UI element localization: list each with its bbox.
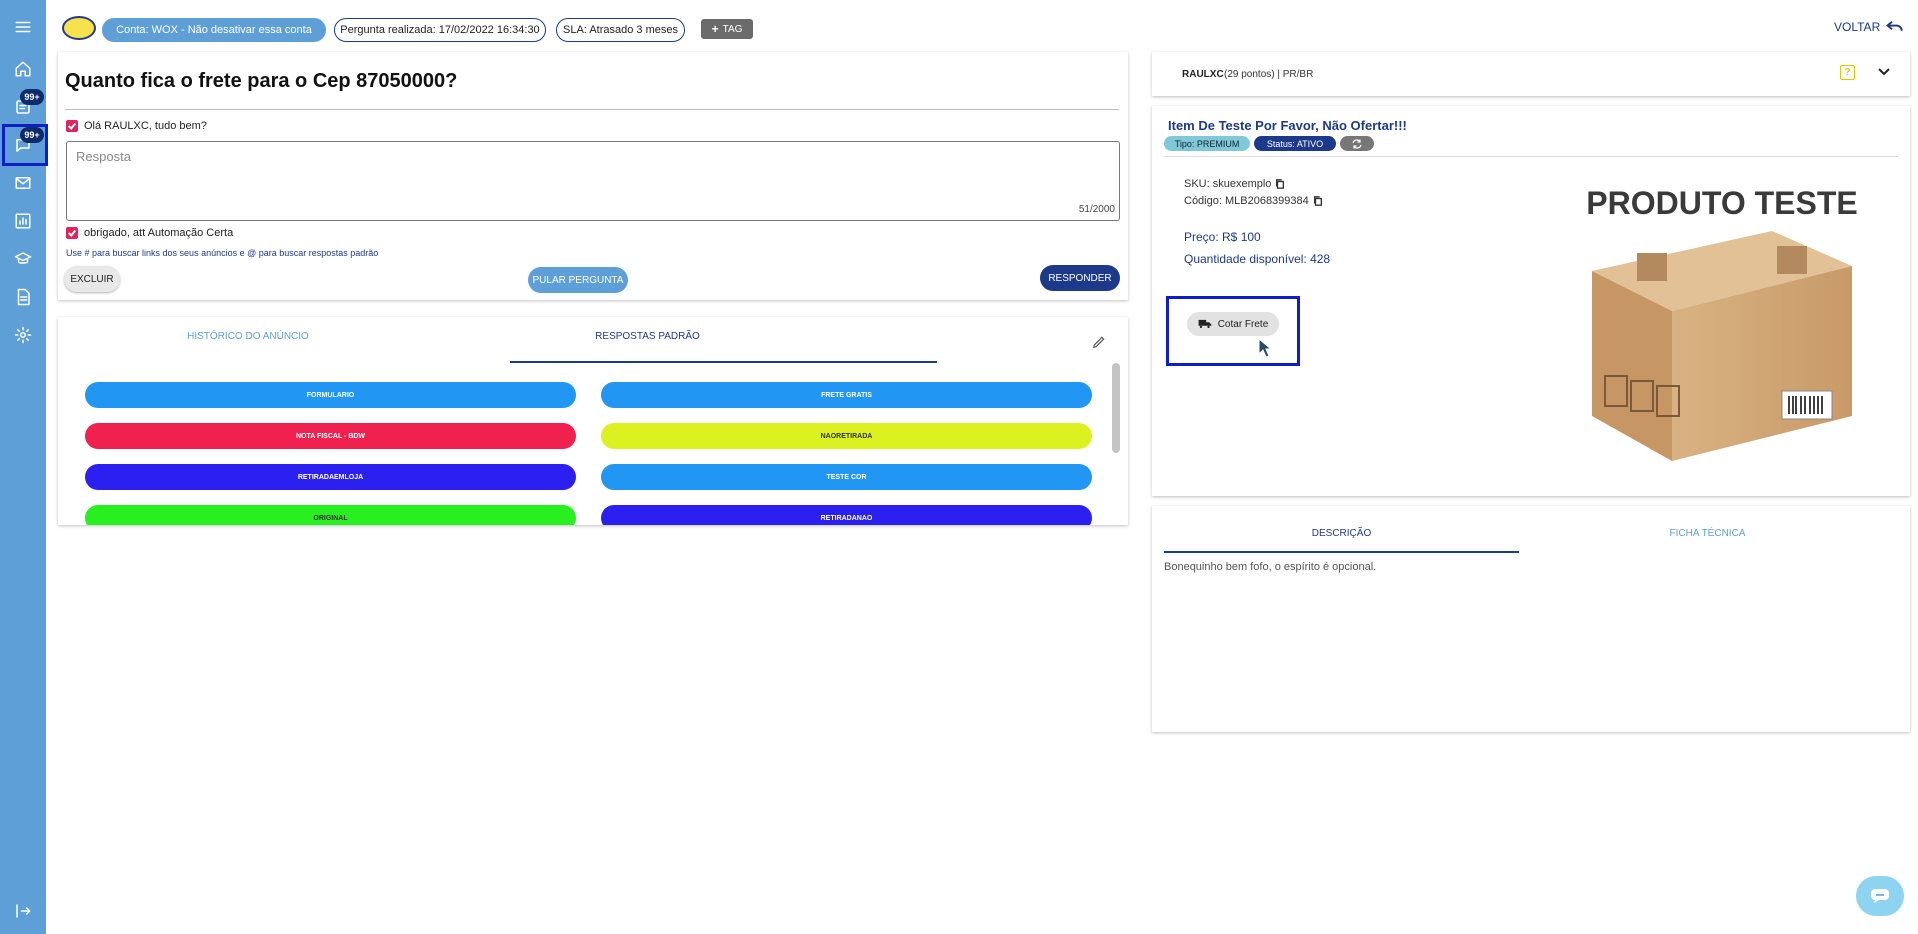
question-title: Quanto fica o frete para o Cep 87050000?	[65, 70, 458, 92]
sync-button[interactable]	[1340, 136, 1374, 151]
quote-shipping-button[interactable]: Cotar Frete	[1187, 312, 1279, 336]
question-card: Quanto fica o frete para o Cep 87050000?…	[58, 52, 1128, 300]
divider	[65, 109, 1119, 110]
sku-row: SKU: skuexemplo	[1184, 178, 1285, 190]
active-tab-indicator	[510, 361, 937, 363]
signature-row: obrigado, att Automação Certa	[66, 227, 233, 239]
mail-icon[interactable]	[8, 168, 38, 198]
item-title: Item De Teste Por Favor, Não Ofertar!!!	[1168, 118, 1407, 133]
answers-scrollbar[interactable]	[1112, 363, 1120, 453]
plus-icon: +	[711, 22, 719, 36]
tab-description[interactable]: DESCRIÇÃO	[1164, 528, 1519, 539]
signature-checkbox[interactable]	[66, 227, 78, 239]
reply-button[interactable]: RESPONDER	[1040, 265, 1120, 291]
sku-text: SKU: skuexemplo	[1184, 178, 1272, 190]
copy-icon[interactable]	[1313, 196, 1323, 206]
buyer-card: RAULXC (29 pontos) | PR/BR ?	[1152, 52, 1910, 96]
standard-answer-button[interactable]: ORIGINAL	[85, 505, 576, 525]
account-pill: Conta: WOX - Não desativar essa conta	[102, 18, 326, 42]
pencil-icon[interactable]	[1092, 335, 1106, 349]
truck-icon	[1198, 319, 1212, 329]
sync-icon	[1352, 138, 1362, 149]
standard-answer-button[interactable]: NAORETIRADA	[601, 423, 1092, 449]
graduation-cap-icon[interactable]	[8, 244, 38, 274]
undo-icon	[1886, 21, 1903, 31]
tab-history[interactable]: HISTÓRICO DO ANÚNCIO	[128, 331, 368, 342]
code-row: Código: MLB2068399384	[1184, 195, 1323, 207]
orders-badge: 99+	[20, 89, 44, 105]
standard-answer-button[interactable]: RETIRADANAO	[601, 505, 1092, 525]
question-date-pill: Pergunta realizada: 17/02/2022 16:34:30	[334, 18, 546, 42]
gear-icon[interactable]	[8, 320, 38, 350]
item-card: Item De Teste Por Favor, Não Ofertar!!! …	[1152, 106, 1910, 496]
greeting-checkbox[interactable]	[66, 120, 78, 132]
description-card: DESCRIÇÃO FICHA TÉCNICA Bonequinho bem f…	[1152, 506, 1910, 732]
type-badge: Tipo: PREMIUM	[1164, 136, 1250, 151]
divider	[1164, 156, 1898, 157]
back-button[interactable]: VOLTAR	[1834, 20, 1904, 34]
product-image-caption: PRODUTO TESTE	[1586, 185, 1857, 221]
description-text: Bonequinho bem fofo, o espírito é opcion…	[1164, 561, 1377, 573]
active-tab-indicator	[1164, 551, 1519, 553]
standard-answer-button[interactable]: TESTE COR	[601, 464, 1092, 490]
char-counter: 51/2000	[1078, 204, 1115, 215]
delete-button[interactable]: EXCLUIR	[64, 266, 120, 292]
answer-textarea[interactable]: Resposta 51/2000	[66, 141, 1120, 221]
quote-shipping-label: Cotar Frete	[1217, 318, 1269, 330]
tag-label: TAG	[722, 23, 743, 35]
copy-icon[interactable]	[1275, 179, 1285, 189]
answer-placeholder: Resposta	[76, 149, 131, 164]
sidebar: 99+ 99+	[0, 0, 48, 934]
standard-answer-button[interactable]: RETIRADAEMLOJA	[85, 464, 576, 490]
question-mark-icon[interactable]: ?	[1840, 65, 1855, 80]
brand-logo	[62, 16, 96, 40]
greeting-row: Olá RAULXC, tudo bem?	[66, 120, 207, 132]
search-hint: Use # para buscar links dos seus anúncio…	[66, 248, 379, 258]
logout-icon[interactable]	[8, 896, 38, 926]
document-icon[interactable]	[8, 282, 38, 312]
answers-card: HISTÓRICO DO ANÚNCIO RESPOSTAS PADRÃO FO…	[58, 317, 1128, 525]
quantity-text: Quantidade disponível: 428	[1184, 252, 1331, 266]
standard-answer-button[interactable]: FORMULARIO	[85, 382, 576, 408]
chat-icon	[1871, 889, 1889, 903]
mouse-cursor-icon	[1258, 338, 1272, 358]
tab-standard-answers[interactable]: RESPOSTAS PADRÃO	[510, 331, 785, 342]
price-text: Preço: R$ 100	[1184, 230, 1261, 244]
chat-button[interactable]	[1856, 876, 1904, 916]
standard-answer-button[interactable]: NOTA FISCAL - BDW	[85, 423, 576, 449]
standard-answer-button[interactable]: FRETE GRATIS	[601, 382, 1092, 408]
reports-icon[interactable]	[8, 206, 38, 236]
home-icon[interactable]	[8, 54, 38, 84]
tab-technical-sheet[interactable]: FICHA TÉCNICA	[1530, 528, 1885, 539]
code-text: Código: MLB2068399384	[1184, 195, 1309, 207]
product-image: PRODUTO TESTE	[1577, 176, 1867, 466]
back-label: VOLTAR	[1834, 20, 1881, 34]
sla-pill: SLA: Atrasado 3 meses	[556, 18, 685, 42]
questions-highlight-frame	[2, 124, 48, 166]
add-tag-button[interactable]: + TAG	[701, 19, 753, 39]
menu-icon[interactable]	[8, 12, 38, 42]
chevron-down-icon[interactable]	[1878, 67, 1890, 77]
buyer-name: RAULXC	[1182, 69, 1224, 80]
signature-label: obrigado, att Automação Certa	[84, 227, 234, 239]
buyer-details: (29 pontos) | PR/BR	[1224, 69, 1314, 80]
greeting-label: Olá RAULXC, tudo bem?	[84, 120, 207, 132]
skip-question-button[interactable]: PULAR PERGUNTA	[528, 267, 628, 293]
status-badge: Status: ATIVO	[1254, 136, 1336, 151]
